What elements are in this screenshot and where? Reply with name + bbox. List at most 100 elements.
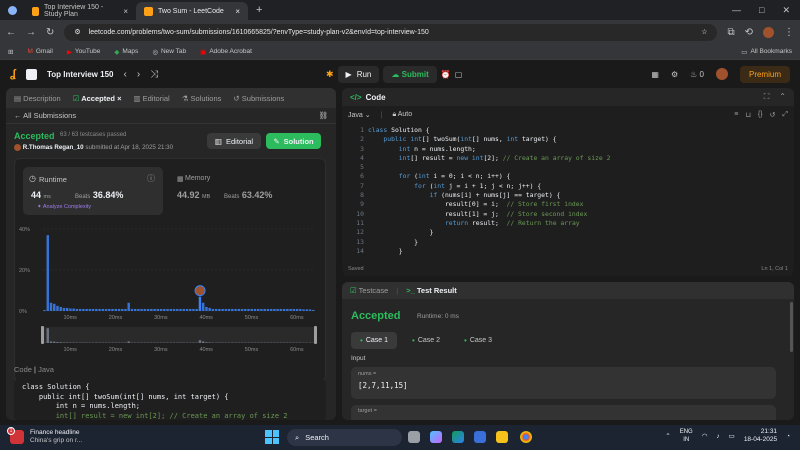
back-arrow-icon[interactable]: ← [6, 27, 16, 38]
news-widget[interactable]: 1 Finance headline China's grip on r... [7, 426, 82, 444]
line-number: 6 [360, 172, 364, 181]
taskbar-search[interactable]: ⌕ Search [287, 429, 402, 446]
language-select[interactable]: Java ⌄ [348, 111, 371, 119]
profile-avatar[interactable] [763, 26, 774, 38]
collapse-panel-icon[interactable]: ⌃ [779, 92, 786, 102]
histogram-bar [299, 308, 302, 311]
copilot-icon[interactable] [430, 431, 442, 443]
wifi-icon[interactable]: ◠ [702, 432, 708, 440]
info-icon[interactable]: ⓘ [147, 173, 155, 184]
debug-icon[interactable]: ✱ [326, 69, 334, 80]
format-icon[interactable]: ≡ [734, 111, 738, 119]
tab-description[interactable]: ▤ Description [14, 94, 61, 103]
histogram-bar [253, 308, 257, 311]
submit-button[interactable]: ☁ Submit [383, 65, 437, 83]
apps-icon[interactable]: ⊞ [8, 48, 13, 56]
prev-problem-icon[interactable]: ‹ [123, 69, 126, 80]
bookmark-star-icon[interactable]: ☆ [701, 28, 707, 36]
tab-submissions[interactable]: ↺ Submissions [233, 94, 284, 103]
histogram-bar [137, 308, 140, 311]
forward-arrow-icon[interactable]: → [26, 27, 36, 38]
battery-icon[interactable]: ▭ [729, 432, 735, 440]
editorial-button[interactable]: ▥ Editorial [207, 133, 261, 149]
bookmark-new-tab[interactable]: ◎ New Tab [152, 48, 186, 56]
snippet-line: int[] result = new int[2]; // Create an … [22, 411, 288, 420]
histogram-bar [201, 302, 205, 311]
fullscreen-icon[interactable]: ⤢ [782, 111, 788, 119]
user-avatar[interactable] [715, 68, 728, 80]
submitted-code-snippet[interactable]: class Solution { public int[] twoSum(int… [14, 379, 326, 420]
settings-gear-icon[interactable]: ⚙ [671, 70, 678, 79]
all-bookmarks-button[interactable]: ▭ All Bookmarks [741, 48, 792, 56]
study-plan-title[interactable]: Top Interview 150 [47, 70, 114, 79]
runtime-distribution-chart[interactable]: 40% 20% 0% 10ms 20ms 30ms 40ms 50ms 60ms 10ms 20ms… [15, 219, 327, 384]
file-explorer-icon[interactable] [496, 431, 508, 443]
browser-tab-two-sum[interactable]: Two Sum - LeetCode × [136, 2, 248, 20]
runtime-card[interactable]: ◷ Runtime ⓘ 44 ms Beats 36.84% ✦ Analyze… [23, 167, 163, 215]
bookmark-gmail[interactable]: M Gmail [27, 48, 52, 55]
extensions-icon[interactable]: ⧉ [727, 27, 734, 38]
close-tab-icon[interactable]: × [235, 7, 240, 16]
bookmark-youtube[interactable]: ▶ YouTube [67, 48, 101, 56]
windows-start-icon[interactable] [265, 430, 279, 444]
code-line: 13 } [342, 238, 794, 247]
case-tab-3[interactable]: • Case 3 [455, 332, 501, 349]
store-icon[interactable] [474, 431, 486, 443]
braces-icon[interactable]: {} [758, 111, 763, 119]
tab-editorial[interactable]: ▥ Editorial [133, 94, 169, 103]
task-view-icon[interactable] [408, 431, 420, 443]
minimize-icon[interactable]: — [732, 5, 741, 16]
premium-button[interactable]: Premium [739, 65, 790, 83]
browser-tab-study-plan[interactable]: Top Interview 150 - Study Plan × [24, 2, 136, 20]
timer-icon[interactable]: ⏰ [441, 70, 451, 79]
close-tab-icon[interactable]: × [123, 7, 128, 16]
case-tab-2[interactable]: • Case 2 [403, 332, 449, 349]
chrome-icon[interactable] [520, 431, 532, 443]
maximize-icon[interactable]: □ [759, 5, 764, 16]
volume-icon[interactable]: ♪ [716, 433, 719, 440]
notifications-icon[interactable]: ◔ [786, 433, 790, 440]
analyze-complexity-link[interactable]: ✦ Analyze Complexity [37, 204, 91, 210]
maximize-panel-icon[interactable]: ⛶ [764, 92, 770, 102]
username-link[interactable]: R.Thomas Regan_10 [23, 144, 84, 151]
tab-accepted[interactable]: ☑ Accepted × [73, 94, 122, 103]
new-tab-button[interactable]: + [248, 4, 270, 16]
browser-menu-icon[interactable] [0, 5, 24, 15]
site-info-icon[interactable]: ⚙ [74, 28, 80, 36]
browser-menu-dots-icon[interactable]: ⋮ [784, 27, 794, 38]
streak-counter[interactable]: ♨ 0 [690, 70, 704, 79]
clock[interactable]: 21:31 18-04-2025 [744, 428, 777, 444]
copy-link-icon[interactable]: ⛓ [318, 111, 328, 120]
histogram-bar [62, 307, 66, 311]
language-indicator[interactable]: ENG IN [680, 428, 693, 444]
edge-icon[interactable] [452, 431, 464, 443]
line-number: 1 [360, 126, 364, 134]
tab-testcase[interactable]: ☑ Testcase [350, 286, 388, 295]
leetcode-logo-icon[interactable]: ʆ [10, 68, 16, 80]
gmail-icon: M [27, 48, 33, 55]
tray-chevron-icon[interactable]: ⌃ [665, 432, 670, 440]
layout-icon[interactable]: ▦ [651, 70, 659, 79]
all-submissions-link[interactable]: ← All Submissions [14, 111, 76, 120]
bookmark-maps[interactable]: ◆ Maps [114, 48, 138, 56]
bookmark-icon[interactable]: ⊔ [745, 111, 750, 119]
code-line: 5 [342, 163, 794, 172]
solution-button[interactable]: ✎ Solution [266, 133, 321, 149]
reset-icon[interactable]: ↺ [770, 111, 776, 119]
test-panel-scrollbar[interactable] [790, 302, 793, 352]
tab-solutions[interactable]: ⚗ Solutions [182, 94, 222, 103]
close-window-icon[interactable]: ✕ [782, 5, 790, 16]
auto-mode[interactable]: 🔒︎ Auto [392, 111, 412, 119]
url-field[interactable]: ⚙ leetcode.com/problems/two-sum/submissi… [64, 23, 718, 41]
case-tab-1[interactable]: • Case 1 [351, 332, 397, 349]
reload-icon[interactable]: ↻ [46, 27, 54, 38]
history-icon[interactable]: ⟲ [745, 27, 753, 38]
bookmark-adobe[interactable]: ▣ Adobe Acrobat [200, 48, 252, 56]
shuffle-icon[interactable]: ⤨ [150, 69, 158, 80]
tab-test-result[interactable]: >_ Test Result [406, 286, 457, 295]
next-problem-icon[interactable]: › [137, 69, 140, 80]
notes-icon[interactable]: ▢ [455, 70, 463, 79]
code-editor[interactable]: 1 class Solution {2 public int[] twoSum(i… [342, 126, 794, 255]
run-button[interactable]: ▶ Run [337, 65, 380, 83]
memory-card[interactable]: ▦ Memory 44.92 MB Beats 63.42% [177, 175, 327, 215]
